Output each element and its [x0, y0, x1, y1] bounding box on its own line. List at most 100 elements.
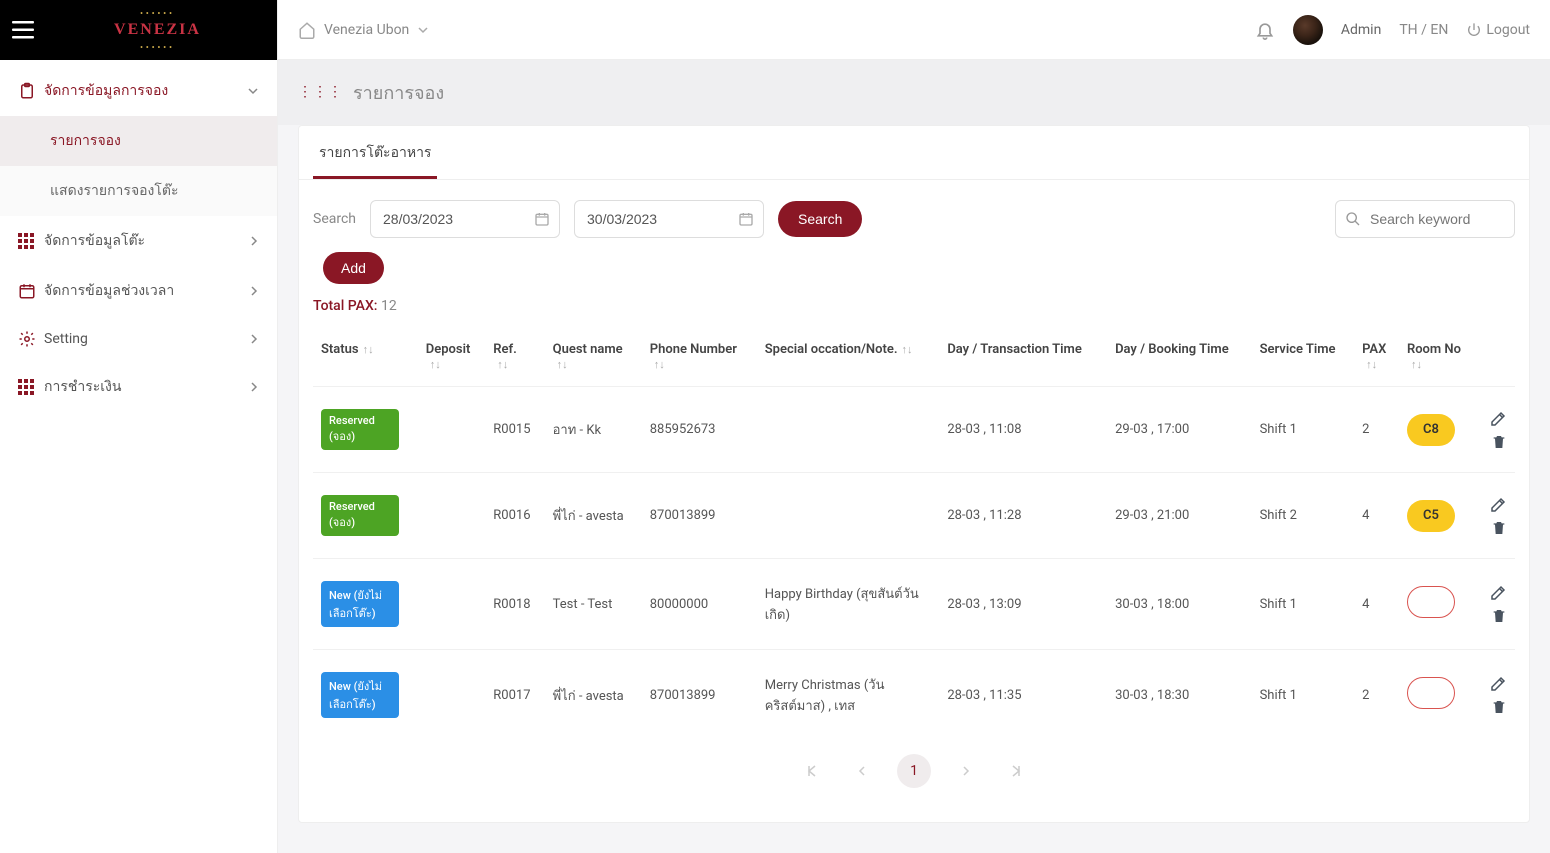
bell-icon[interactable] — [1255, 20, 1275, 40]
page-last[interactable] — [1001, 754, 1035, 788]
calendar-icon[interactable] — [738, 211, 754, 227]
sidebar-item-label: จัดการข้อมูลการจอง — [44, 80, 168, 102]
search-icon — [1345, 211, 1361, 227]
date-from-input[interactable] — [370, 200, 560, 238]
calendar-icon[interactable] — [534, 211, 550, 227]
trash-icon[interactable] — [1491, 434, 1507, 450]
total-pax-label: Total PAX: — [313, 298, 378, 314]
tab-food-tables[interactable]: รายการโต๊ะอาหาร — [313, 126, 437, 179]
col-phone[interactable]: Phone Number↑↓ — [642, 328, 757, 387]
chevron-right-icon — [249, 382, 259, 392]
cell-pax: 2 — [1354, 387, 1399, 473]
row-actions — [1485, 584, 1507, 624]
avatar[interactable] — [1293, 15, 1323, 45]
tabs: รายการโต๊ะอาหาร — [299, 126, 1529, 180]
trash-icon[interactable] — [1491, 520, 1507, 536]
sidebar-item-timeslots[interactable]: จัดการข้อมูลช่วงเวลา — [0, 266, 277, 316]
status-badge: New (ยังไม่เลือกโต๊ะ) — [321, 581, 399, 627]
keyword-input[interactable] — [1335, 200, 1515, 238]
cell-deposit — [418, 559, 486, 650]
edit-icon[interactable] — [1489, 675, 1507, 693]
bookings-table: Status↑↓ Deposit↑↓ Ref.↑↓ Quest name↑↓ P… — [313, 328, 1515, 740]
cell-note — [757, 387, 940, 473]
date-to-wrapper — [574, 200, 764, 238]
sidebar-sub-table-booking[interactable]: แสดงรายการจองโต๊ะ — [0, 166, 277, 216]
col-room[interactable]: Room No↑↓ — [1399, 328, 1477, 387]
sidebar-item-payment[interactable]: การชำระเงิน — [0, 362, 277, 412]
sidebar-sub-booking-list[interactable]: รายการจอง — [0, 116, 277, 166]
page-title: รายการจอง — [353, 78, 444, 107]
filter-row: Search Search — [299, 180, 1529, 246]
col-deposit[interactable]: Deposit↑↓ — [418, 328, 486, 387]
topbar-right: Admin TH / EN Logout — [1255, 15, 1530, 45]
cell-trx: 28-03 , 13:09 — [939, 559, 1107, 650]
cell-trx: 28-03 , 11:35 — [939, 650, 1107, 741]
logo-bar: •••••• VENEZIA •••••• — [0, 0, 277, 60]
cell-phone: 870013899 — [642, 650, 757, 741]
topbar: Venezia Ubon Admin TH / EN Logout — [278, 0, 1550, 60]
search-button[interactable]: Search — [778, 201, 862, 237]
col-note[interactable]: Special occation/Note.↑↓ — [757, 328, 940, 387]
cell-guest: Test - Test — [545, 559, 642, 650]
cell-phone: 870013899 — [642, 473, 757, 559]
cell-ref: R0017 — [485, 650, 544, 741]
col-guest[interactable]: Quest name↑↓ — [545, 328, 642, 387]
cell-ref: R0015 — [485, 387, 544, 473]
col-trx[interactable]: Day / Transaction Time — [939, 328, 1107, 387]
cell-note — [757, 473, 940, 559]
calendar-icon — [18, 282, 44, 300]
cell-deposit — [418, 650, 486, 741]
col-service[interactable]: Service Time — [1252, 328, 1355, 387]
chevron-right-icon — [249, 334, 259, 344]
logout-button[interactable]: Logout — [1466, 22, 1530, 38]
status-badge: Reserved (จอง) — [321, 495, 399, 536]
room-pill[interactable] — [1407, 677, 1455, 709]
col-ref[interactable]: Ref.↑↓ — [485, 328, 544, 387]
edit-icon[interactable] — [1489, 496, 1507, 514]
page-first[interactable] — [793, 754, 827, 788]
cell-guest: อาท - Kk — [545, 387, 642, 473]
room-pill[interactable] — [1407, 586, 1455, 618]
sort-icon: ↑↓ — [497, 358, 508, 371]
cell-service: Shift 1 — [1252, 559, 1355, 650]
date-to-input[interactable] — [574, 200, 764, 238]
cell-deposit — [418, 387, 486, 473]
add-button[interactable]: Add — [323, 252, 384, 284]
grid-icon — [18, 379, 44, 395]
hamburger-icon[interactable] — [12, 21, 34, 39]
lang-switch[interactable]: TH / EN — [1399, 22, 1448, 38]
cell-pax: 4 — [1354, 559, 1399, 650]
location-selector[interactable]: Venezia Ubon — [298, 21, 429, 39]
room-pill[interactable]: C5 — [1407, 500, 1455, 532]
sidebar-item-setting[interactable]: Setting — [0, 316, 277, 362]
edit-icon[interactable] — [1489, 410, 1507, 428]
cell-guest: พี่ไก่ - avesta — [545, 650, 642, 741]
col-pax[interactable]: PAX↑↓ — [1354, 328, 1399, 387]
sort-icon: ↑↓ — [1411, 358, 1422, 371]
trash-icon[interactable] — [1491, 608, 1507, 624]
content: รายการโต๊ะอาหาร Search — [278, 125, 1550, 853]
location-name: Venezia Ubon — [324, 22, 409, 38]
cell-ref: R0018 — [485, 559, 544, 650]
pagination: 1 — [313, 740, 1515, 812]
trash-icon[interactable] — [1491, 699, 1507, 715]
edit-icon[interactable] — [1489, 584, 1507, 602]
page-prev[interactable] — [845, 754, 879, 788]
room-pill[interactable]: C8 — [1407, 414, 1455, 446]
clipboard-icon — [18, 82, 44, 100]
sidebar-item-bookings[interactable]: จัดการข้อมูลการจอง — [0, 66, 277, 116]
sidebar-item-tables[interactable]: จัดการข้อมูลโต๊ะ — [0, 216, 277, 266]
chevron-right-icon — [249, 236, 259, 246]
grid-icon — [18, 233, 44, 249]
page-current[interactable]: 1 — [897, 754, 931, 788]
cell-service: Shift 2 — [1252, 473, 1355, 559]
cell-pax: 2 — [1354, 650, 1399, 741]
total-pax-value: 12 — [381, 298, 397, 314]
cell-phone: 80000000 — [642, 559, 757, 650]
main-area: Venezia Ubon Admin TH / EN Logout — [278, 0, 1550, 853]
sidebar-submenu: รายการจอง แสดงรายการจองโต๊ะ — [0, 116, 277, 216]
col-book[interactable]: Day / Booking Time — [1107, 328, 1252, 387]
col-status[interactable]: Status↑↓ — [313, 328, 418, 387]
chevron-down-icon — [417, 24, 429, 36]
page-next[interactable] — [949, 754, 983, 788]
